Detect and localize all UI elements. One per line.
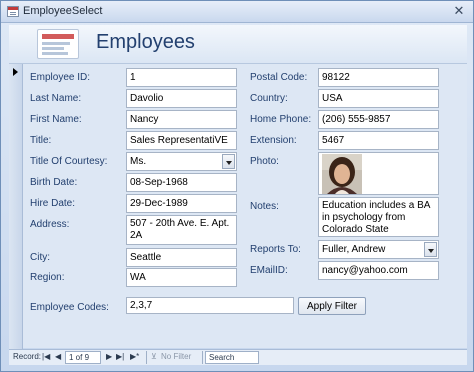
country-label: Country:	[250, 93, 288, 104]
city-field[interactable]: Seattle	[126, 248, 237, 267]
close-icon[interactable]: ✕	[451, 4, 467, 19]
reports-to-combo[interactable]: Fuller, Andrew	[318, 240, 439, 259]
form-icon	[7, 6, 19, 17]
employee-form-icon	[37, 29, 79, 59]
nav-divider	[202, 351, 203, 364]
employee-id-label: Employee ID:	[30, 72, 91, 83]
title-bar: EmployeeSelect ✕	[1, 1, 473, 23]
apply-filter-button[interactable]: Apply Filter	[298, 297, 366, 315]
current-record-arrow-icon	[13, 68, 18, 76]
employee-form: Employee ID: 1 Last Name: Davolio First …	[9, 63, 467, 349]
employee-photo	[322, 154, 362, 194]
hire-date-field[interactable]: 29-Dec-1989	[126, 194, 237, 213]
form-header: Employees	[9, 25, 467, 63]
birth-date-label: Birth Date:	[30, 177, 78, 188]
title-of-courtesy-value: Ms.	[130, 156, 147, 167]
record-navigation-bar: Record: |◀ ◀ 1 of 9 ▶ ▶| ▶* ⊻ No Filter …	[9, 349, 467, 365]
chevron-down-icon[interactable]	[424, 242, 437, 257]
employee-id-field[interactable]: 1	[126, 68, 237, 87]
hire-date-label: Hire Date:	[30, 198, 76, 209]
employee-codes-input[interactable]: 2,3,7	[126, 297, 294, 314]
notes-label: Notes:	[250, 201, 279, 212]
email-field[interactable]: nancy@yahoo.com	[318, 261, 439, 280]
filter-funnel-icon: ⊻	[151, 352, 157, 361]
record-label: Record:	[13, 352, 42, 361]
photo-frame[interactable]	[318, 152, 439, 195]
region-field[interactable]: WA	[126, 268, 237, 287]
postal-code-field[interactable]: 98122	[318, 68, 439, 87]
region-label: Region:	[30, 272, 65, 283]
page-title: Employees	[96, 31, 195, 53]
first-record-icon[interactable]: |◀	[42, 352, 50, 361]
address-label: Address:	[30, 219, 70, 230]
employee-codes-label: Employee Codes:	[30, 302, 109, 313]
country-field[interactable]: USA	[318, 89, 439, 108]
notes-field[interactable]: Education includes a BA in psychology fr…	[318, 197, 439, 237]
email-label: EMailID:	[250, 265, 288, 276]
postal-code-label: Postal Code:	[250, 72, 308, 83]
photo-label: Photo:	[250, 156, 279, 167]
window-title: EmployeeSelect	[23, 5, 103, 17]
reports-to-value: Fuller, Andrew	[322, 244, 386, 255]
next-record-icon[interactable]: ▶	[106, 352, 112, 361]
new-record-icon[interactable]: ▶*	[130, 352, 139, 361]
last-record-icon[interactable]: ▶|	[116, 352, 124, 361]
title-field[interactable]: Sales RepresentatiVE	[126, 131, 237, 150]
birth-date-field[interactable]: 08-Sep-1968	[126, 173, 237, 192]
employee-select-window: EmployeeSelect ✕ Employees Employee ID: …	[0, 0, 474, 372]
last-name-label: Last Name:	[30, 93, 82, 104]
nav-divider	[146, 351, 147, 364]
chevron-down-icon[interactable]	[222, 154, 235, 169]
reports-to-label: Reports To:	[250, 244, 301, 255]
current-record-field[interactable]: 1 of 9	[65, 351, 101, 364]
last-name-field[interactable]: Davolio	[126, 89, 237, 108]
extension-label: Extension:	[250, 135, 297, 146]
home-phone-label: Home Phone:	[250, 114, 312, 125]
home-phone-field[interactable]: (206) 555-9857	[318, 110, 439, 129]
record-selector[interactable]	[9, 64, 23, 349]
first-name-field[interactable]: Nancy	[126, 110, 237, 129]
extension-field[interactable]: 5467	[318, 131, 439, 150]
title-of-courtesy-label: Title Of Courtesy:	[30, 156, 108, 167]
previous-record-icon[interactable]: ◀	[55, 352, 61, 361]
address-field[interactable]: 507 - 20th Ave. E. Apt. 2A	[126, 215, 237, 245]
filter-status[interactable]: No Filter	[161, 352, 191, 361]
title-label: Title:	[30, 135, 52, 146]
title-of-courtesy-combo[interactable]: Ms.	[126, 152, 237, 171]
search-input[interactable]: Search	[205, 351, 259, 364]
first-name-label: First Name:	[30, 114, 82, 125]
city-label: City:	[30, 252, 50, 263]
